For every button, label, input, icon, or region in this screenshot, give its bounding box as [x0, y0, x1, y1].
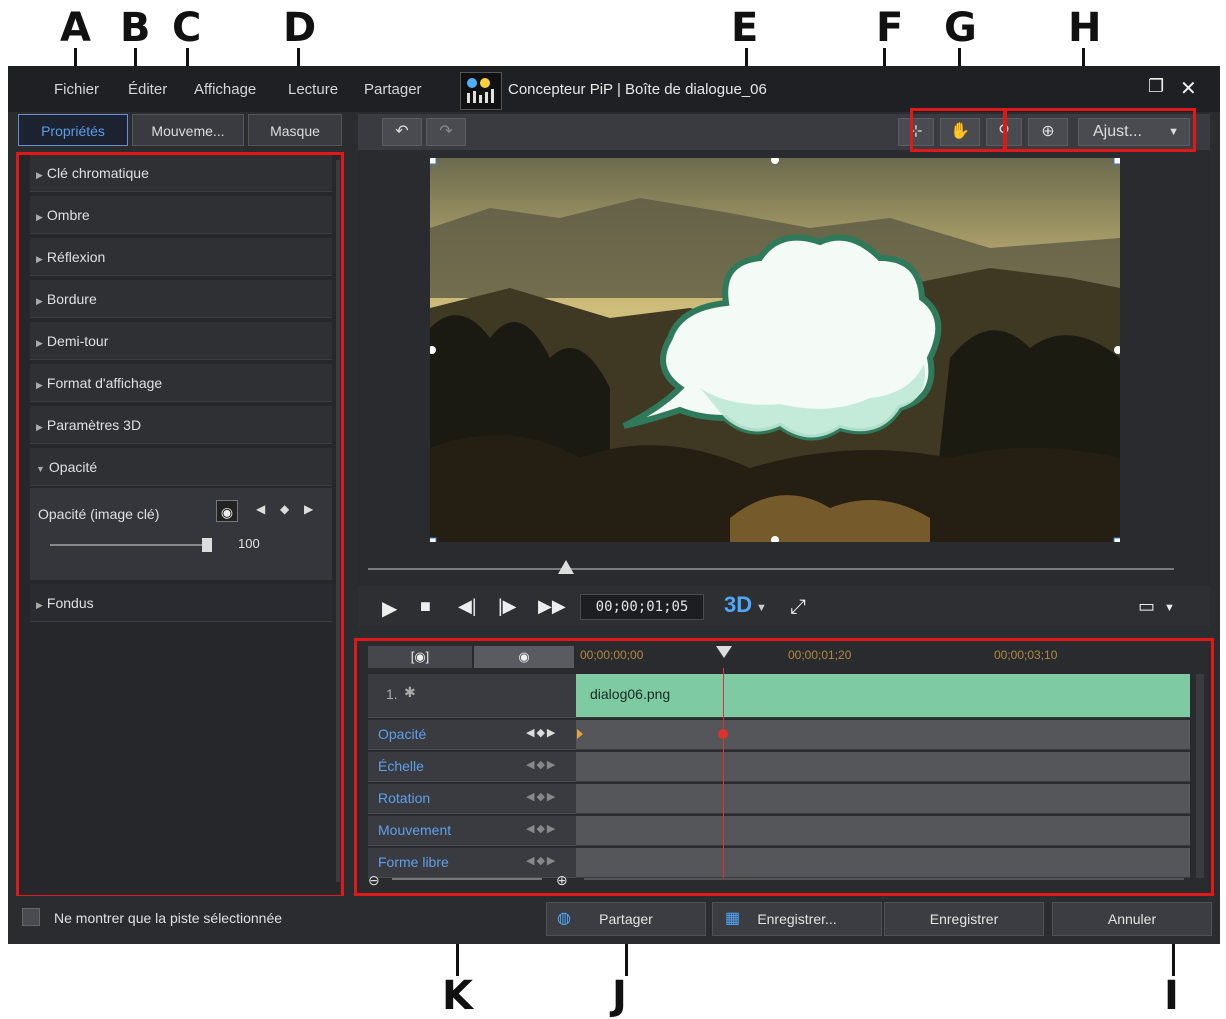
redo-button[interactable]: ↷	[426, 118, 466, 146]
preview-slider-track[interactable]	[368, 568, 1174, 570]
timecode-display: 00;00;01;05	[580, 594, 704, 620]
callout-e: E	[731, 5, 759, 51]
display-chevron-down-icon[interactable]: ▼	[1164, 602, 1175, 614]
display-area-icon[interactable]: ▭	[1138, 596, 1155, 617]
footer-bar: Ne montrer que la piste sélectionnée ◍ P…	[8, 896, 1220, 944]
share-button[interactable]: ◍ Partager	[546, 902, 706, 936]
show-selected-track-label: Ne montrer que la piste sélectionnée	[54, 910, 283, 926]
menu-bar: Fichier Éditer Affichage Lecture Partage…	[8, 66, 1220, 112]
callout-i: I	[1164, 973, 1179, 1019]
close-icon[interactable]: ✕	[1180, 76, 1197, 101]
callout-h: H	[1068, 5, 1102, 51]
menu-partager[interactable]: Partager	[364, 81, 422, 98]
play-icon[interactable]: ▶	[382, 596, 397, 621]
menu-editer[interactable]: Éditer	[128, 81, 167, 98]
callout-box-k	[354, 638, 1214, 896]
tab-proprietes[interactable]: Propriétés	[18, 114, 128, 146]
callout-c: C	[172, 5, 202, 51]
fast-forward-icon[interactable]: ▶▶	[538, 596, 566, 617]
playback-controls: ▶ ■ ◀| |▶ ▶▶ 00;00;01;05 3D ▼ ⤢ ▭ ▼	[358, 586, 1210, 630]
pip-designer-window: Fichier Éditer Affichage Lecture Partage…	[8, 66, 1220, 944]
callout-d: D	[283, 5, 317, 51]
callout-k: K	[442, 973, 473, 1019]
callout-f: F	[876, 5, 904, 51]
tab-mouvement[interactable]: Mouveme...	[132, 114, 244, 146]
save-as-label: Enregistrer...	[757, 911, 837, 927]
callout-b: B	[120, 5, 151, 51]
callout-box-b	[16, 152, 344, 898]
tab-masque[interactable]: Masque	[248, 114, 342, 146]
preview-window	[358, 152, 1210, 630]
show-selected-track-checkbox[interactable]	[22, 908, 40, 926]
callout-box-h	[1004, 108, 1196, 152]
cancel-button[interactable]: Annuler	[1052, 902, 1212, 936]
3d-mode-button[interactable]: 3D	[724, 592, 752, 618]
menu-lecture[interactable]: Lecture	[288, 81, 338, 98]
callout-j: J	[612, 973, 627, 1019]
window-title: Concepteur PiP | Boîte de dialogue_06	[508, 81, 767, 98]
next-frame-icon[interactable]: |▶	[498, 596, 517, 617]
menu-fichier[interactable]: Fichier	[54, 81, 99, 98]
callout-box-g	[910, 108, 1006, 152]
pip-designer-app-icon	[460, 72, 502, 110]
callout-a: A	[60, 5, 91, 51]
preview-slider[interactable]	[368, 560, 1174, 578]
undo-button[interactable]: ↶	[382, 118, 422, 146]
callout-g: G	[944, 5, 977, 51]
3d-chevron-down-icon[interactable]: ▼	[756, 602, 767, 614]
globe-icon: ◍	[557, 910, 571, 927]
stop-icon[interactable]: ■	[420, 596, 431, 617]
maximize-icon[interactable]: ❐	[1148, 76, 1164, 97]
preview-slider-thumb[interactable]	[558, 560, 574, 574]
save-as-button[interactable]: ▦ Enregistrer...	[712, 902, 882, 936]
previous-frame-icon[interactable]: ◀|	[458, 596, 477, 617]
save-button[interactable]: Enregistrer	[884, 902, 1044, 936]
share-label: Partager	[599, 911, 653, 927]
preview-image[interactable]	[427, 155, 1123, 547]
save-as-icon: ▦	[725, 910, 741, 927]
menu-affichage[interactable]: Affichage	[194, 81, 256, 98]
fullscreen-icon[interactable]: ⤢	[790, 596, 806, 619]
